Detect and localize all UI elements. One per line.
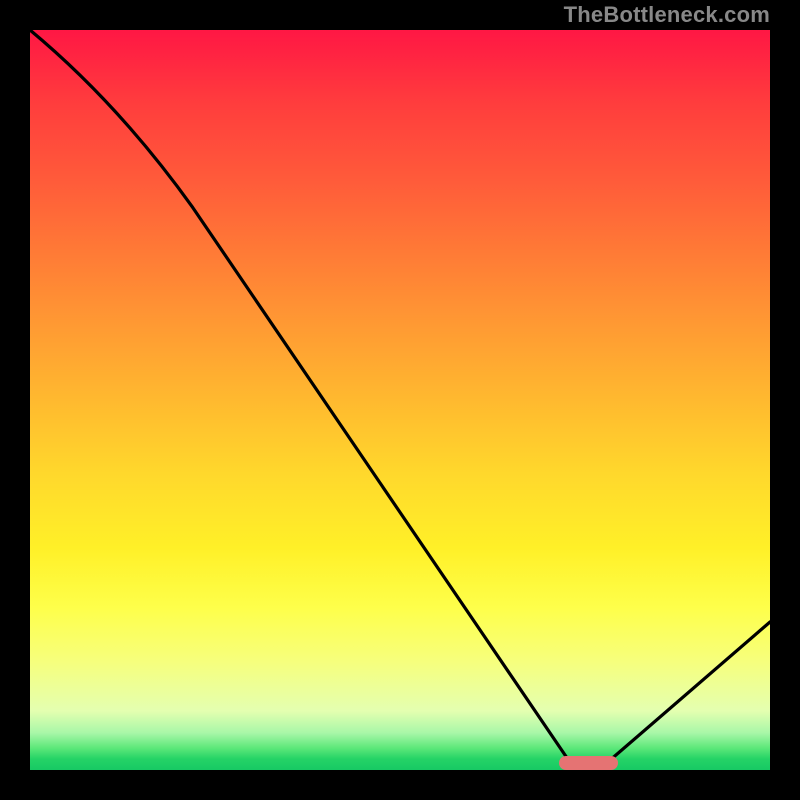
plot-area	[30, 30, 770, 770]
chart-frame: TheBottleneck.com	[0, 0, 800, 800]
bottleneck-curve	[30, 30, 770, 770]
curve-path	[30, 30, 770, 763]
watermark-text: TheBottleneck.com	[564, 4, 770, 26]
optimal-marker	[559, 756, 618, 770]
